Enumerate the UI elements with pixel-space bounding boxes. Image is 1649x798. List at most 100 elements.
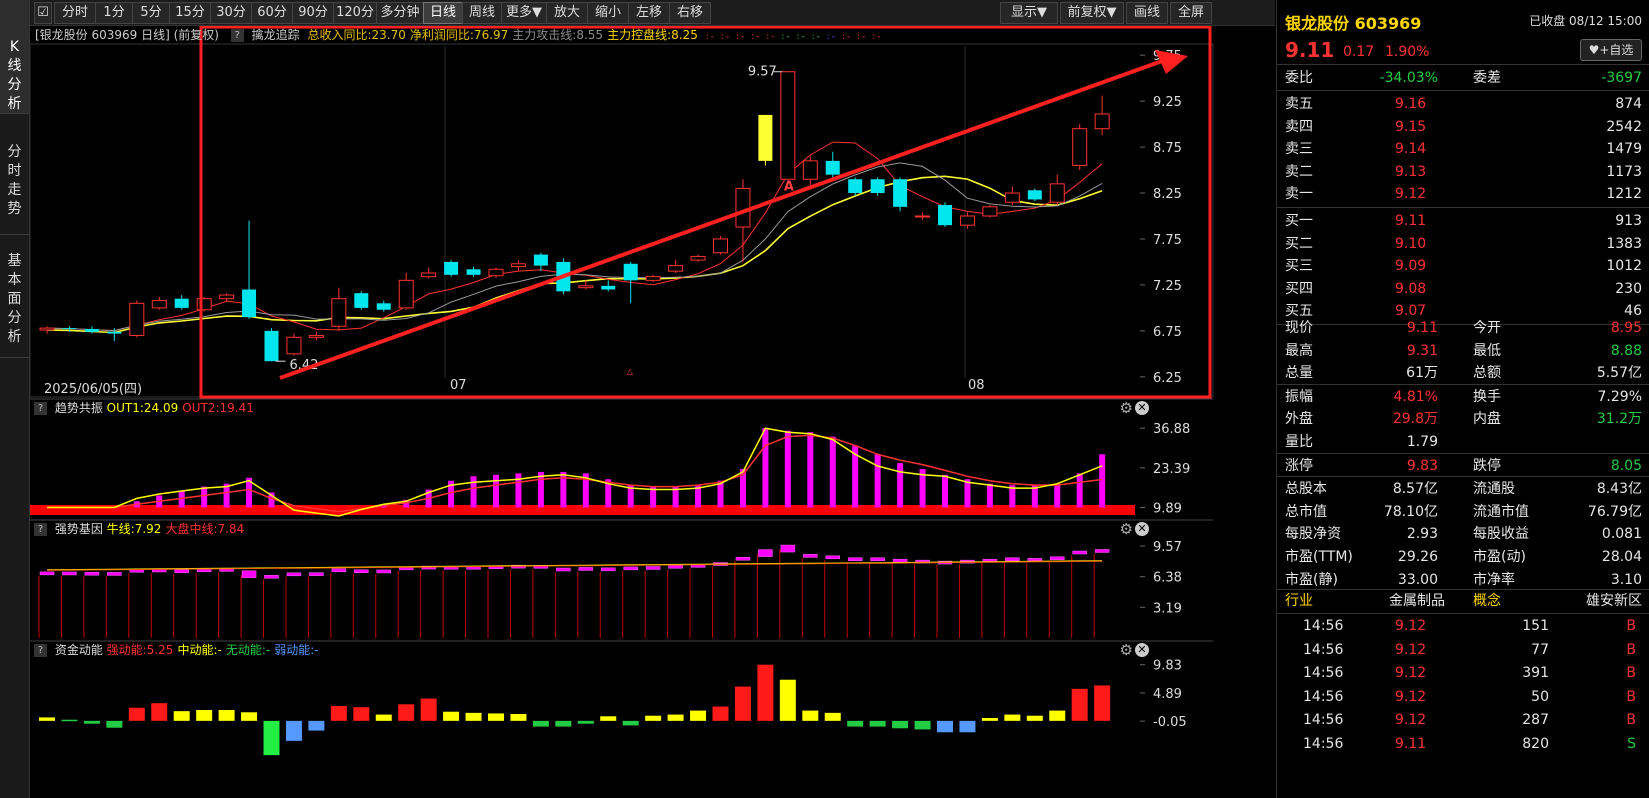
high-price-label: 9.57 — [748, 65, 777, 80]
close-icon[interactable]: ✕ — [1135, 643, 1149, 657]
momentum-bar — [981, 718, 998, 721]
stat-label: 每股收益 — [1473, 526, 1529, 543]
gene-bar — [331, 568, 347, 573]
bid-row: 买一 9.11 913 — [1277, 209, 1649, 233]
settings-icon[interactable]: ⚙ — [1120, 520, 1133, 538]
candle-body — [39, 327, 55, 331]
help-icon[interactable]: ? — [34, 523, 47, 536]
quote-panel: 银龙股份 603969 #right [data-name=stock-name… — [1276, 0, 1649, 798]
gene-bar — [1050, 556, 1065, 561]
stat-row: 总股本 8.57亿 流通股 8.43亿 — [1277, 477, 1649, 501]
candle-body — [62, 328, 77, 330]
help-icon[interactable]: ? — [34, 402, 47, 415]
stat-value: 0.081 — [1601, 526, 1642, 543]
level-price: 9.14 — [1395, 141, 1427, 158]
toolbar-right-item[interactable]: 显示▼ — [1000, 2, 1058, 24]
toolbar-right-item[interactable]: 画线 — [1126, 2, 1168, 24]
toolbar-item[interactable]: 日线 — [423, 2, 463, 24]
settings-icon[interactable]: ⚙ — [1120, 399, 1133, 417]
concept-value[interactable]: 雄安新区 — [1586, 589, 1642, 613]
toolbar-item[interactable]: 放大 — [546, 2, 588, 24]
toolbar-item[interactable]: 30分 — [210, 2, 252, 24]
momentum-bar — [443, 711, 460, 721]
help-icon[interactable]: ? — [230, 29, 244, 42]
tick-side: B — [1626, 641, 1636, 658]
toolbar-item[interactable]: 更多▼ — [501, 2, 547, 24]
toolbar-item[interactable]: 右移 — [669, 2, 711, 24]
stat-value: 4.81% — [1393, 388, 1438, 405]
momentum-bar — [196, 710, 213, 721]
toolbar-item[interactable]: 5分 — [132, 2, 170, 24]
toolbar-item[interactable]: 周线 — [462, 2, 502, 24]
toolbar-item[interactable]: 120分 — [333, 2, 377, 24]
stat-label: 市盈(静) — [1285, 571, 1338, 588]
y-axis-label: -0.05 — [1153, 715, 1187, 730]
tick-time: 14:56 — [1303, 665, 1344, 682]
momentum-bar — [892, 720, 909, 729]
momentum-bar — [779, 679, 796, 721]
stat-label: 总股本 — [1285, 481, 1327, 498]
candle-body — [1027, 190, 1042, 200]
panel2-header: ? 趋势共振 OUT1:24.09 OUT2:19.41 ⚙ ✕ — [30, 399, 1275, 417]
candle-body — [713, 238, 728, 254]
candle-body — [196, 298, 212, 311]
toolbar-item[interactable]: 1分 — [95, 2, 133, 24]
gene-bar — [735, 557, 751, 561]
momentum-bar — [1026, 715, 1043, 721]
level-price: 9.13 — [1395, 163, 1427, 180]
month-label-08: 08 — [968, 378, 985, 393]
close-icon[interactable]: ✕ — [1135, 401, 1149, 415]
stat-value: 31.2万 — [1596, 411, 1642, 428]
tab-kline-analysis[interactable]: K线分析 — [0, 0, 29, 114]
resonance-bar — [762, 428, 769, 508]
tick-price: 9.12 — [1395, 618, 1427, 634]
tab-fundamentals[interactable]: 基本面分析 — [0, 236, 29, 358]
settings-icon[interactable]: ⚙ — [1120, 641, 1133, 659]
momentum-bar — [218, 710, 235, 721]
tick-row: 14:56 9.12 77 B — [1277, 638, 1649, 662]
toolbar-item[interactable]: 多分钟 — [376, 2, 424, 24]
tick-price: 9.12 — [1395, 712, 1427, 729]
stat-label: 涨停 — [1285, 457, 1313, 474]
toolbar-right-item[interactable]: 全屏 — [1170, 2, 1212, 24]
y-axis-label: 3.19 — [1153, 601, 1182, 616]
close-icon[interactable]: ✕ — [1135, 522, 1149, 536]
y-axis-label: 9.25 — [1153, 95, 1182, 110]
toolbar-item[interactable]: 90分 — [292, 2, 334, 24]
stat-label: 振幅 — [1285, 388, 1313, 405]
toolbar-item[interactable]: 60分 — [251, 2, 293, 24]
candle-body — [286, 336, 302, 355]
momentum-bar — [937, 720, 953, 733]
level-label: 买四 — [1285, 280, 1313, 297]
help-icon[interactable]: ? — [34, 644, 47, 657]
stat-value: 29.8万 — [1392, 411, 1438, 428]
stat-value: 2.93 — [1406, 526, 1438, 543]
level-volume: 913 — [1615, 213, 1642, 229]
resonance-bar — [897, 463, 904, 508]
stat-label: 内盘 — [1473, 411, 1501, 428]
tick-price: 9.12 — [1395, 665, 1427, 682]
resonance-bar — [986, 483, 993, 508]
add-watchlist-button[interactable]: ♥+自选 — [1580, 39, 1642, 61]
industry-row: 行业 金属制品 概念 雄安新区 — [1277, 589, 1649, 613]
momentum-bar — [488, 713, 504, 721]
stat-row: 涨停 9.83 跌停 8.05 — [1277, 454, 1649, 478]
indicator-param: 弱动能:- — [274, 643, 319, 657]
industry-value[interactable]: 金属制品 — [1389, 589, 1445, 613]
toolbar-item[interactable]: 分时 — [54, 2, 96, 24]
tab-intraday[interactable]: 分时走势 — [0, 115, 29, 235]
stat-value: 8.05 — [1610, 457, 1642, 474]
stat-value: 28.04 — [1601, 549, 1642, 565]
industry-label: 行业 — [1285, 593, 1313, 609]
toolbar-item[interactable]: 15分 — [169, 2, 211, 24]
toolbar-item[interactable]: 缩小 — [587, 2, 629, 24]
toolbar-item[interactable]: 左移 — [628, 2, 670, 24]
checkbox-icon[interactable]: ☑ — [34, 2, 52, 24]
y-axis-label: 9.83 — [1153, 659, 1182, 674]
stat-label: 外盘 — [1285, 411, 1313, 428]
weibi-label: 委比 — [1285, 70, 1313, 86]
y-axis-label: 9.57 — [1153, 540, 1182, 555]
panel3-header: ? 强势基因 牛线:7.92 大盘中线:7.84 ⚙ ✕ — [30, 520, 1275, 538]
toolbar-right-item[interactable]: 前复权▼ — [1060, 2, 1124, 24]
left-tab-bar: K线分析 分时走势 基本面分析 — [0, 0, 30, 798]
